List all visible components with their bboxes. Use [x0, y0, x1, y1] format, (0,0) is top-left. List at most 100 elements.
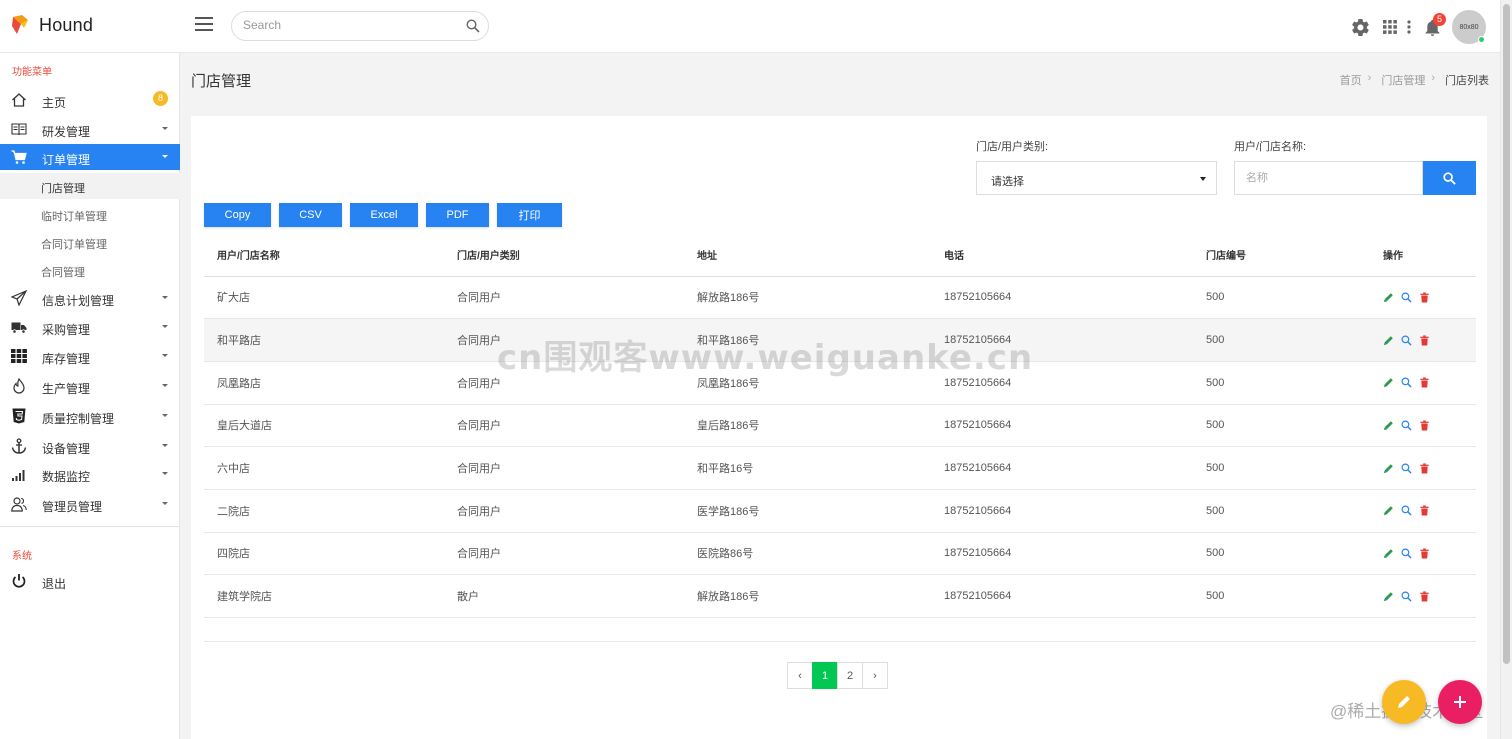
- print-button[interactable]: 打印: [497, 203, 562, 227]
- column-header[interactable]: 用户/门店名称: [204, 234, 444, 277]
- store-list-card: 门店/用户类别: 用户/门店名称: 请选择 Copy CSV Excel PDF…: [191, 116, 1487, 739]
- sidebar-item-home[interactable]: 主页 8: [0, 87, 180, 113]
- notifications-button[interactable]: 5: [1425, 12, 1446, 36]
- sidebar-item-admins[interactable]: 管理员管理: [0, 491, 180, 517]
- sidebar-subitem-contract-orders[interactable]: 合同订单管理: [0, 229, 180, 255]
- view-search-icon[interactable]: [1401, 505, 1412, 516]
- menu-toggle-icon[interactable]: [195, 17, 213, 33]
- pagination-next[interactable]: ›: [862, 662, 888, 689]
- more-vertical-icon: [1407, 20, 1411, 34]
- delete-trash-icon[interactable]: [1419, 334, 1430, 346]
- breadcrumb-current: 门店列表: [1445, 75, 1489, 87]
- sidebar-subitem-temp-orders[interactable]: 临时订单管理: [0, 201, 180, 227]
- sidebar-item-monitoring[interactable]: 数据监控: [0, 461, 180, 487]
- sidebar-item-inventory[interactable]: 库存管理: [0, 343, 180, 369]
- sidebar-item-quality[interactable]: 质量控制管理: [0, 403, 180, 429]
- edit-pencil-icon[interactable]: [1383, 377, 1394, 388]
- view-search-icon[interactable]: [1401, 292, 1412, 303]
- table-cell: 18752105664: [931, 532, 1193, 576]
- delete-trash-icon[interactable]: [1419, 505, 1430, 516]
- sidebar-subitem-stores[interactable]: 门店管理: [0, 173, 180, 199]
- edit-pencil-icon[interactable]: [1383, 292, 1394, 303]
- edit-pencil-icon[interactable]: [1383, 505, 1394, 516]
- chevron-down-icon: [162, 354, 168, 357]
- sidebar-subitem-contracts[interactable]: 合同管理: [0, 257, 180, 283]
- column-header[interactable]: 门店编号: [1193, 234, 1370, 277]
- column-header[interactable]: 电话: [931, 234, 1193, 277]
- chevron-down-icon: [162, 296, 168, 299]
- avatar[interactable]: 80x80: [1452, 10, 1486, 44]
- view-search-icon[interactable]: [1401, 420, 1412, 431]
- search-input[interactable]: [243, 18, 453, 32]
- pdf-button[interactable]: PDF: [426, 203, 489, 227]
- edit-pencil-icon[interactable]: [1383, 420, 1394, 431]
- table-cell: 合同用户: [444, 489, 684, 533]
- view-search-icon[interactable]: [1401, 463, 1412, 474]
- pagination-page[interactable]: 1: [812, 662, 838, 689]
- excel-button[interactable]: Excel: [350, 203, 418, 227]
- gear-icon: [1352, 18, 1369, 36]
- breadcrumb-stores[interactable]: 门店管理: [1381, 72, 1425, 88]
- fab-add-button[interactable]: [1438, 680, 1482, 724]
- send-icon: [11, 290, 27, 306]
- logo-icon: [12, 15, 28, 34]
- more-button[interactable]: [1407, 20, 1411, 34]
- edit-pencil-icon[interactable]: [1383, 463, 1394, 474]
- table-cell: 18752105664: [931, 489, 1193, 533]
- brand[interactable]: Hound: [10, 14, 93, 36]
- sidebar-subitem-label: 合同管理: [41, 267, 85, 279]
- sidebar-item-purchase[interactable]: 采购管理: [0, 314, 180, 340]
- sidebar-item-equipment[interactable]: 设备管理: [0, 433, 180, 459]
- sidebar-item-info-plan[interactable]: 信息计划管理: [0, 285, 180, 311]
- edit-pencil-icon[interactable]: [1383, 548, 1394, 559]
- search-button[interactable]: [1423, 161, 1476, 195]
- breadcrumb: 首页 › 门店管理 › 门店列表: [1336, 72, 1489, 88]
- table-cell: 解放路186号: [684, 276, 931, 320]
- type-select-value: 请选择: [991, 176, 1024, 188]
- column-header[interactable]: 地址: [684, 234, 931, 277]
- page-scrollbar[interactable]: [1500, 0, 1512, 739]
- delete-trash-icon[interactable]: [1419, 377, 1430, 388]
- settings-button[interactable]: [1352, 18, 1369, 36]
- table-cell: 四院店: [204, 532, 444, 576]
- delete-trash-icon[interactable]: [1419, 591, 1430, 602]
- sidebar-item-label: 主页: [42, 96, 67, 110]
- table-cell: 18752105664: [931, 574, 1193, 618]
- delete-trash-icon[interactable]: [1419, 548, 1430, 559]
- sidebar-item-rnd[interactable]: 研发管理: [0, 116, 180, 142]
- view-search-icon[interactable]: [1401, 591, 1412, 602]
- type-select[interactable]: 请选择: [976, 161, 1217, 195]
- pagination-page[interactable]: 2: [837, 662, 863, 689]
- table-row: 矿大店 合同用户 解放路186号 18752105664 500: [204, 276, 1476, 320]
- column-header: 操作: [1370, 234, 1476, 277]
- column-header[interactable]: 门店/用户类别: [444, 234, 684, 277]
- table-cell: 医学路186号: [684, 489, 931, 533]
- sidebar-item-logout[interactable]: 退出: [0, 568, 180, 594]
- export-buttons: Copy CSV Excel PDF 打印: [204, 203, 570, 227]
- view-search-icon[interactable]: [1401, 335, 1412, 346]
- search-icon[interactable]: [466, 19, 480, 33]
- delete-trash-icon[interactable]: [1419, 292, 1430, 303]
- sidebar-item-production[interactable]: 生产管理: [0, 373, 180, 399]
- view-search-icon[interactable]: [1401, 377, 1412, 388]
- power-icon: [12, 574, 26, 588]
- delete-trash-icon[interactable]: [1419, 463, 1430, 474]
- edit-pencil-icon[interactable]: [1383, 591, 1394, 602]
- sidebar-item-orders[interactable]: 订单管理: [0, 144, 180, 170]
- edit-pencil-icon[interactable]: [1383, 335, 1394, 346]
- csv-button[interactable]: CSV: [279, 203, 342, 227]
- sidebar: 功能菜单 主页 8 研发管理 订单管理 门店管理 临时订单管理 合同订单管理 合…: [0, 53, 180, 739]
- fab-edit-button[interactable]: [1382, 680, 1426, 724]
- delete-trash-icon[interactable]: [1419, 420, 1430, 431]
- name-filter-label: 用户/门店名称:: [1234, 141, 1307, 153]
- pagination-prev[interactable]: ‹: [787, 662, 813, 689]
- sidebar-subitem-label: 临时订单管理: [41, 211, 107, 223]
- apps-button[interactable]: [1383, 20, 1397, 34]
- breadcrumb-separator-icon: ›: [1431, 72, 1435, 84]
- view-search-icon[interactable]: [1401, 548, 1412, 559]
- copy-button[interactable]: Copy: [204, 203, 271, 227]
- scrollbar-thumb[interactable]: [1503, 4, 1510, 664]
- chevron-down-icon: [162, 127, 168, 130]
- name-input[interactable]: [1234, 161, 1423, 195]
- breadcrumb-home[interactable]: 首页: [1340, 72, 1362, 88]
